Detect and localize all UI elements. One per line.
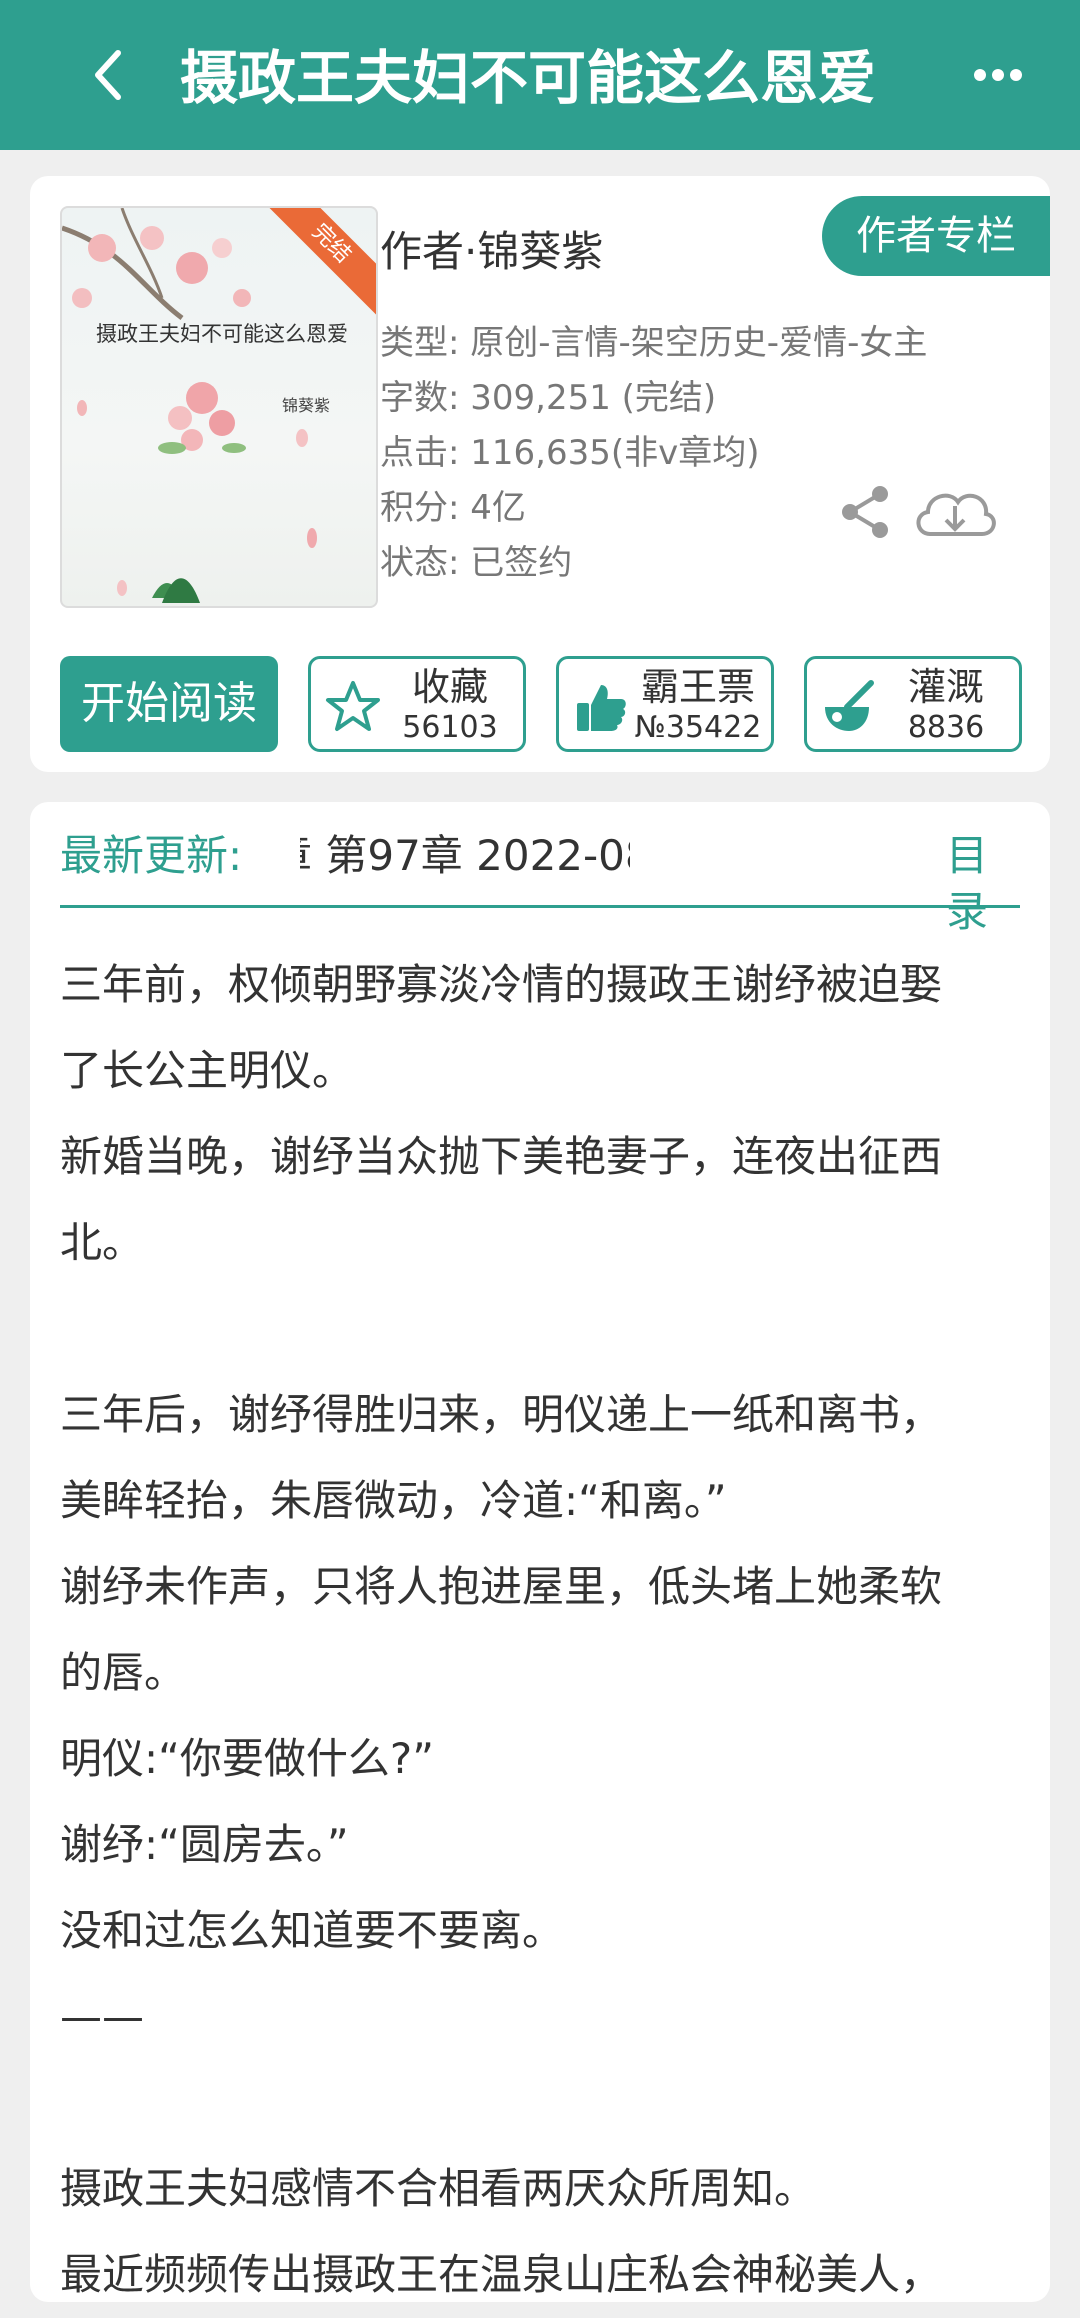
synopsis-line: 的唇。	[60, 1648, 187, 1697]
latest-update-text: 章 第97章 2022-08-13 1(	[300, 831, 630, 880]
synopsis-line: 新婚当晚，谢纾当众抛下美艳妻子，连夜出征西	[60, 1132, 943, 1181]
author-column-button[interactable]: 作者专栏	[822, 196, 1050, 276]
synopsis-text: 三年前，权倾朝野寡淡冷情的摄政王谢纾被迫娶 了长公主明仪。新婚当晚，谢纾当众抛下美…	[60, 942, 1020, 2318]
meta-type: 类型: 原创-言情-架空历史-爱情-女主	[380, 323, 928, 363]
cover-author: 锦葵紫	[282, 396, 331, 415]
download-button[interactable]	[910, 476, 1000, 546]
synopsis-line: 谢纾:“圆房去。”	[60, 1820, 349, 1869]
ticket-label: 霸王票	[640, 665, 755, 709]
more-options-button[interactable]	[968, 50, 1028, 100]
thumbs-up-icon	[577, 685, 626, 731]
synopsis-line: 没和过怎么知道要不要离。	[60, 1906, 565, 1955]
latest-update-marquee[interactable]: 章 第97章 2022-08-13 1(	[300, 828, 630, 884]
meta-words: 字数: 309,251 (完结)	[380, 378, 717, 418]
water-label: 灌溉	[907, 665, 984, 709]
synopsis-line	[60, 2060, 1020, 2146]
top-app-bar: 摄政王夫妇不可能这么恩爱	[0, 0, 1080, 150]
synopsis-line: 三年前，权倾朝野寡淡冷情的摄政王谢纾被迫娶	[60, 960, 943, 1009]
back-button[interactable]	[78, 40, 138, 110]
cloud-download-icon	[916, 493, 996, 536]
book-info-card: 完结 摄政王夫妇不可能这么恩爱 锦葵紫 作者·锦葵紫 作者专栏 类型: 原创-言…	[30, 176, 1050, 772]
synopsis-line: 明仪:“你要做什么?”	[60, 1734, 434, 1783]
chevron-left-icon	[95, 50, 121, 100]
favorite-label: 收藏	[411, 665, 488, 709]
page-title: 摄政王夫妇不可能这么恩爱	[180, 44, 877, 112]
favorite-button[interactable]: 收藏 56103	[308, 656, 526, 752]
latest-update-label: 最新更新:	[60, 831, 243, 880]
synopsis-line: 美眸轻抬，朱唇微动，冷道:“和离。”	[60, 1476, 727, 1525]
cover-title: 摄政王夫妇不可能这么恩爱	[96, 322, 348, 346]
water-button[interactable]: 灌溉 8836	[804, 656, 1022, 752]
synopsis-line: 了长公主明仪。	[60, 1046, 355, 1095]
star-icon	[326, 681, 380, 731]
synopsis-line: 最近频频传出摄政王在温泉山庄私会神秘美人，	[60, 2250, 943, 2299]
favorite-count: 56103	[402, 710, 498, 745]
action-row: 开始阅读 收藏 56103 霸王票 №35422 灌溉 8836	[60, 656, 1022, 752]
more-dots-icon	[974, 69, 1022, 81]
ticket-count: №35422	[634, 710, 762, 745]
book-cover[interactable]: 完结 摄政王夫妇不可能这么恩爱 锦葵紫	[60, 206, 378, 608]
water-count: 8836	[907, 710, 985, 745]
ticket-button[interactable]: 霸王票 №35422	[556, 656, 774, 752]
synopsis-line: 摄政王夫妇感情不合相看两厌众所周知。	[60, 2164, 817, 2213]
table-of-contents-button[interactable]: 目录	[946, 828, 1020, 940]
author-name[interactable]: 作者·锦葵紫	[380, 218, 603, 279]
synopsis-card: 最新更新: 章 第97章 2022-08-13 1( 目录 三年前，权倾朝野寡淡…	[30, 802, 1050, 2302]
synopsis-line: 三年后，谢纾得胜归来，明仪递上一纸和离书，	[60, 1390, 943, 1439]
synopsis-line: ——	[60, 1992, 144, 2041]
share-icon	[842, 486, 888, 538]
book-meta: 类型: 原创-言情-架空历史-爱情-女主 字数: 309,251 (完结) 点击…	[380, 316, 1020, 591]
meta-clicks: 点击: 116,635(非v章均)	[380, 433, 760, 473]
synopsis-line: 北。	[60, 1218, 145, 1267]
nutrient-bottle-icon	[825, 680, 874, 731]
synopsis-line: 谢纾未作声，只将人抱进屋里，低头堵上她柔软	[60, 1562, 943, 1611]
start-reading-button[interactable]: 开始阅读	[60, 656, 278, 752]
latest-update-row[interactable]: 最新更新: 章 第97章 2022-08-13 1( 目录	[60, 802, 1020, 936]
synopsis-line	[60, 1286, 1020, 1372]
share-button[interactable]	[836, 482, 896, 542]
